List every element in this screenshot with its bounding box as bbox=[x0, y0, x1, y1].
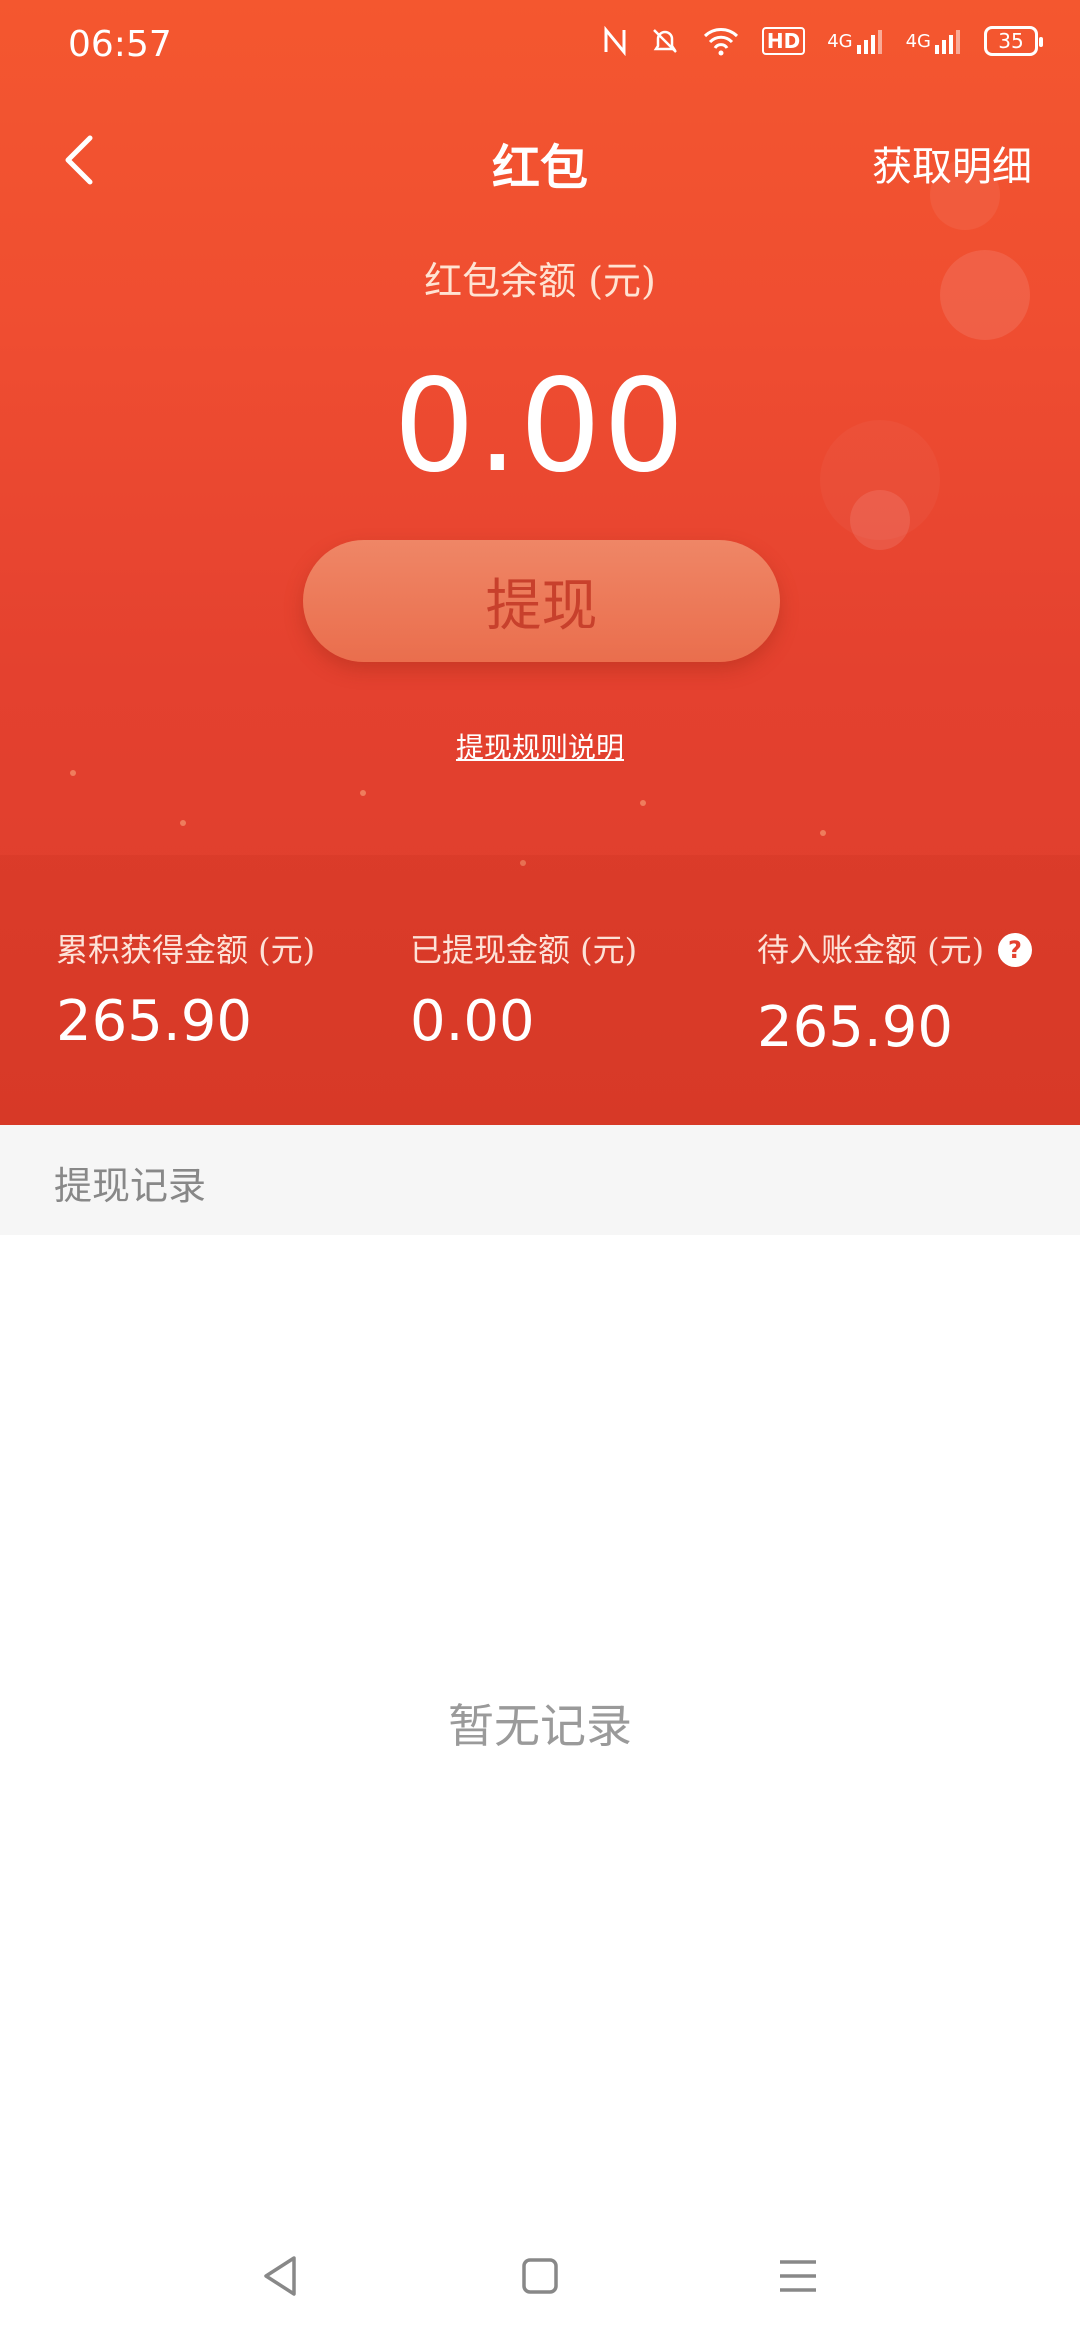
stat-value: 0.00 bbox=[410, 989, 535, 1054]
status-time: 06:57 bbox=[68, 24, 172, 65]
nfc-icon bbox=[602, 26, 628, 56]
spark-decoration bbox=[180, 820, 186, 826]
signal-4g-icon: 4G bbox=[906, 27, 962, 55]
stat-label: 累积获得金额 (元) bbox=[56, 931, 316, 969]
balance-label: 红包余额 (元) bbox=[424, 259, 656, 303]
network-type: 4G bbox=[905, 30, 931, 52]
empty-state-text: 暂无记录 bbox=[448, 1699, 632, 1753]
spark-decoration bbox=[360, 790, 366, 796]
nav-menu-button[interactable] bbox=[766, 2244, 830, 2308]
nav-back-button[interactable] bbox=[250, 2244, 314, 2308]
square-home-icon bbox=[522, 2258, 558, 2294]
withdraw-rules-link[interactable]: 提现规则说明 bbox=[0, 726, 1080, 766]
mute-bell-icon bbox=[650, 26, 680, 56]
signal-4g-icon: 4G bbox=[827, 27, 883, 55]
stat-total-earned: 累积获得金额 (元) 265.90 bbox=[56, 925, 315, 1054]
battery-level: 35 bbox=[998, 29, 1024, 53]
network-type: 4G bbox=[827, 30, 853, 52]
menu-lines-icon bbox=[780, 2260, 816, 2292]
nav-home-button[interactable] bbox=[508, 2244, 572, 2308]
stat-label: 已提现金额 (元) bbox=[410, 931, 638, 969]
withdraw-button[interactable]: 提现 bbox=[303, 540, 780, 662]
records-title: 提现记录 bbox=[54, 1164, 207, 1208]
triangle-back-icon bbox=[264, 2256, 296, 2296]
system-nav-bar bbox=[0, 2220, 1080, 2340]
stat-label: 待入账金额 (元) bbox=[757, 931, 985, 969]
battery-icon: 35 bbox=[984, 26, 1043, 56]
balance-value: 0.00 bbox=[393, 352, 687, 501]
stat-value: 265.90 bbox=[757, 995, 953, 1060]
help-icon[interactable]: ? bbox=[998, 933, 1032, 967]
hd-icon: HD bbox=[761, 27, 806, 55]
stat-pending: 待入账金额 (元) 265.90 bbox=[757, 925, 984, 1060]
records-header: 提现记录 bbox=[0, 1125, 1080, 1235]
spark-decoration bbox=[70, 770, 76, 776]
wifi-icon bbox=[702, 26, 740, 56]
spark-decoration bbox=[820, 830, 826, 836]
status-icons: HD 4G 4G 35 bbox=[602, 26, 1043, 56]
stat-value: 265.90 bbox=[56, 989, 252, 1054]
spark-decoration bbox=[640, 800, 646, 806]
details-link[interactable]: 获取明细 bbox=[872, 134, 1032, 192]
stat-withdrawn: 已提现金额 (元) 0.00 bbox=[410, 925, 637, 1054]
